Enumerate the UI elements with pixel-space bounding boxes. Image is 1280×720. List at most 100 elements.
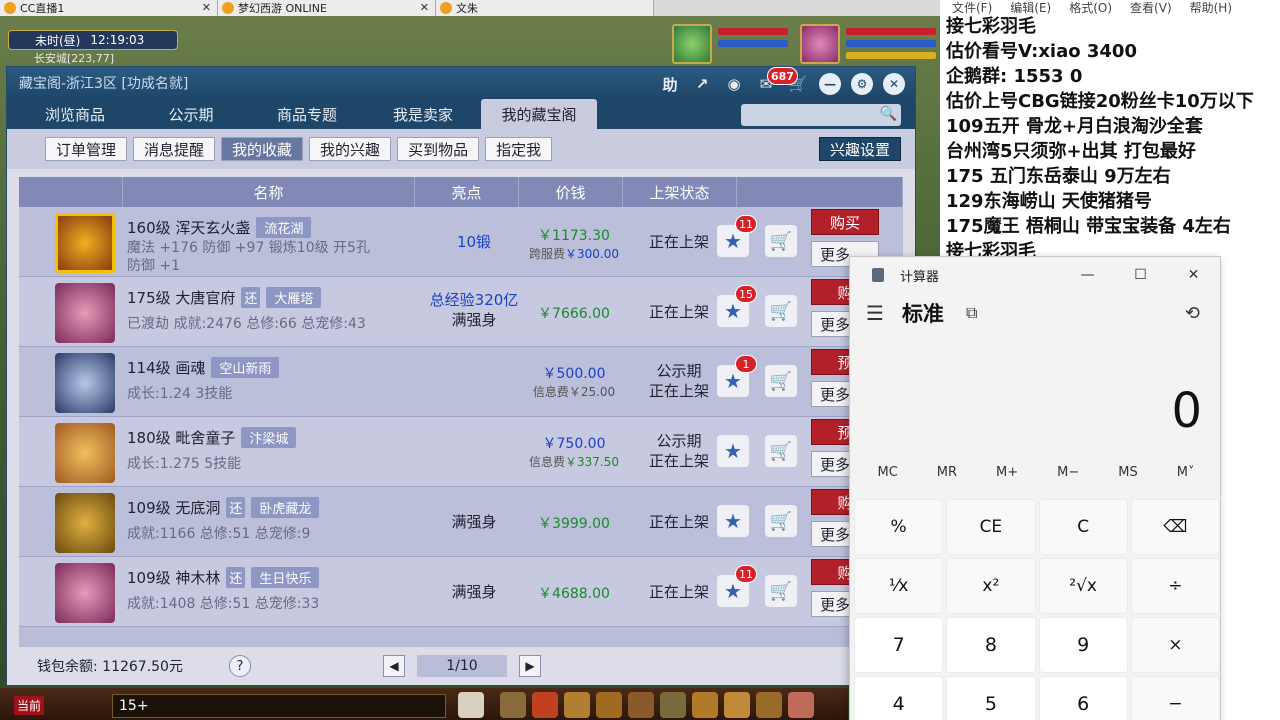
key-percent[interactable]: % — [854, 499, 944, 555]
key-clear-entry[interactable]: CE — [946, 499, 1036, 555]
keep-on-top-icon[interactable]: ⧉ — [966, 303, 977, 323]
favorite-star-icon[interactable]: ★ — [717, 435, 749, 467]
memory-store-button[interactable]: MS — [1118, 465, 1137, 491]
table-row[interactable]: 180级 毗舍童子 汴梁城 成长:1.275 5技能 ￥750.00 信息费￥3… — [19, 417, 903, 487]
key-divide[interactable]: ÷ — [1130, 558, 1220, 614]
key-square[interactable]: x² — [946, 558, 1036, 614]
tab-seller[interactable]: 我是卖家 — [365, 99, 481, 129]
subtab-interests[interactable]: 我的兴趣 — [309, 137, 392, 161]
key-clear[interactable]: C — [1038, 499, 1128, 555]
key-4[interactable]: 4 — [854, 676, 944, 720]
chat-channel-button[interactable]: 当前 — [14, 696, 45, 715]
subtab-notifications[interactable]: 消息提醒 — [133, 137, 216, 161]
history-icon[interactable]: ⟲ — [1185, 303, 1200, 324]
memory-subtract-button[interactable]: M− — [1057, 465, 1079, 491]
message-icon[interactable]: ✉ 687 — [755, 67, 798, 95]
mail-shortcut-icon[interactable] — [756, 692, 782, 718]
memory-add-button[interactable]: M+ — [996, 465, 1018, 491]
key-reciprocal[interactable]: ¹⁄x — [854, 558, 944, 614]
menu-view[interactable]: 查看(V) — [1130, 0, 1172, 15]
add-to-cart-icon[interactable]: 🛒 — [765, 295, 797, 327]
skill-shortcut-icon[interactable] — [500, 692, 526, 718]
subtab-designated[interactable]: 指定我 — [485, 137, 553, 161]
key-8[interactable]: 8 — [946, 617, 1036, 673]
table-row[interactable]: 175级 大唐官府 还 大雁塔 已渡劫 成就:2476 总修:66 总宠修:43… — [19, 277, 903, 347]
character-avatar[interactable] — [55, 493, 115, 553]
memory-clear-button[interactable]: MC — [878, 465, 898, 491]
memory-recall-button[interactable]: MR — [937, 465, 957, 491]
favorite-star-icon[interactable]: ★ 11 — [717, 565, 757, 607]
subtab-orders[interactable]: 订单管理 — [45, 137, 128, 161]
tab-my-store[interactable]: 我的藏宝阁 — [481, 99, 597, 129]
favorite-star-icon[interactable]: ★ 15 — [717, 285, 757, 327]
notepad-text[interactable]: 接七彩羽毛 估价看号V:xiao 3400 企鹅群: 1553 0 估价上号CB… — [940, 14, 1280, 264]
shop-shortcut-icon[interactable] — [788, 692, 814, 718]
character-avatar[interactable] — [55, 283, 115, 343]
browser-tab-game[interactable]: 梦幻西游 ONLINE ✕ — [218, 0, 436, 16]
key-sqrt[interactable]: ²√x — [1038, 558, 1128, 614]
subtab-favorites[interactable]: 我的收藏 — [221, 137, 304, 161]
chat-input[interactable]: 15+ — [112, 694, 446, 718]
add-to-cart-icon[interactable]: 🛒 — [765, 225, 797, 257]
menu-help[interactable]: 帮助(H) — [1190, 0, 1232, 15]
close-icon[interactable]: ✕ — [883, 73, 905, 95]
favorite-star-icon[interactable]: ★ 11 — [717, 215, 757, 257]
favorite-star-icon[interactable]: ★ — [717, 505, 749, 537]
interest-settings-button[interactable]: 兴趣设置 — [818, 137, 901, 161]
close-icon[interactable]: ✕ — [202, 1, 211, 14]
favorite-star-icon[interactable]: ★ 1 — [717, 355, 757, 397]
guild-shortcut-icon[interactable] — [596, 692, 622, 718]
tab-browse[interactable]: 浏览商品 — [17, 99, 133, 129]
minimize-icon[interactable]: — — [1061, 257, 1114, 293]
next-page-button[interactable]: ▶ — [519, 655, 541, 677]
prev-page-button[interactable]: ◀ — [383, 655, 405, 677]
browser-tab-third[interactable]: 文朱 — [436, 0, 654, 16]
key-6[interactable]: 6 — [1038, 676, 1128, 720]
team-shortcut-icon[interactable] — [564, 692, 590, 718]
share-icon[interactable]: ↗ — [691, 73, 713, 95]
character-avatar[interactable] — [55, 563, 115, 623]
friend-shortcut-icon[interactable] — [660, 692, 686, 718]
key-9[interactable]: 9 — [1038, 617, 1128, 673]
item-lamp-icon[interactable] — [55, 213, 115, 273]
pet-shortcut-icon[interactable] — [458, 692, 484, 718]
table-row[interactable]: 109级 神木林 还 生日快乐 成就:1408 总修:51 总宠修:33 满强身… — [19, 557, 903, 627]
add-to-cart-icon[interactable]: 🛒 — [765, 505, 797, 537]
maximize-icon[interactable]: ☐ — [1114, 257, 1167, 293]
table-row[interactable]: 109级 无底洞 还 卧虎藏龙 成就:1166 总修:51 总宠修:9 满强身 … — [19, 487, 903, 557]
system-shortcut-icon[interactable] — [724, 692, 750, 718]
quest-shortcut-icon[interactable] — [628, 692, 654, 718]
map-shortcut-icon[interactable] — [692, 692, 718, 718]
record-icon[interactable]: ◉ — [723, 73, 745, 95]
pet-avatar[interactable] — [672, 24, 712, 64]
close-icon[interactable]: ✕ — [420, 1, 429, 14]
summon-avatar[interactable] — [55, 423, 115, 483]
search-input[interactable]: 🔍 — [741, 104, 901, 126]
menu-hamburger-icon[interactable]: ☰ — [866, 301, 884, 325]
close-icon[interactable]: ✕ — [1167, 257, 1220, 293]
menu-file[interactable]: 文件(F) — [952, 0, 992, 15]
memory-list-button[interactable]: M˅ — [1177, 465, 1195, 491]
player-avatar[interactable] — [800, 24, 840, 64]
add-to-cart-icon[interactable]: 🛒 — [765, 365, 797, 397]
search-icon[interactable]: 🔍 — [880, 106, 897, 122]
subtab-purchased[interactable]: 买到物品 — [397, 137, 480, 161]
help-icon[interactable]: ? — [229, 655, 251, 677]
bag-shortcut-icon[interactable] — [532, 692, 558, 718]
tab-topics[interactable]: 商品专题 — [249, 99, 365, 129]
buy-button[interactable]: 购买 — [811, 209, 879, 235]
key-subtract[interactable]: − — [1130, 676, 1220, 720]
key-7[interactable]: 7 — [854, 617, 944, 673]
add-to-cart-icon[interactable]: 🛒 — [765, 575, 797, 607]
settings-gear-icon[interactable]: ⚙ — [851, 73, 873, 95]
key-backspace[interactable]: ⌫ — [1130, 499, 1220, 555]
summon-avatar[interactable] — [55, 353, 115, 413]
add-to-cart-icon[interactable]: 🛒 — [765, 435, 797, 467]
browser-tab-cc[interactable]: CC直播1 ✕ — [0, 0, 218, 16]
menu-format[interactable]: 格式(O) — [1069, 0, 1112, 15]
table-row[interactable]: 160级 浑天玄火盏 流花湖 魔法 +176 防御 +97 锻炼10级 开5孔 … — [19, 207, 903, 277]
key-5[interactable]: 5 — [946, 676, 1036, 720]
key-multiply[interactable]: × — [1130, 617, 1220, 673]
tab-publicity[interactable]: 公示期 — [133, 99, 249, 129]
help-button[interactable]: 助 — [659, 73, 681, 95]
